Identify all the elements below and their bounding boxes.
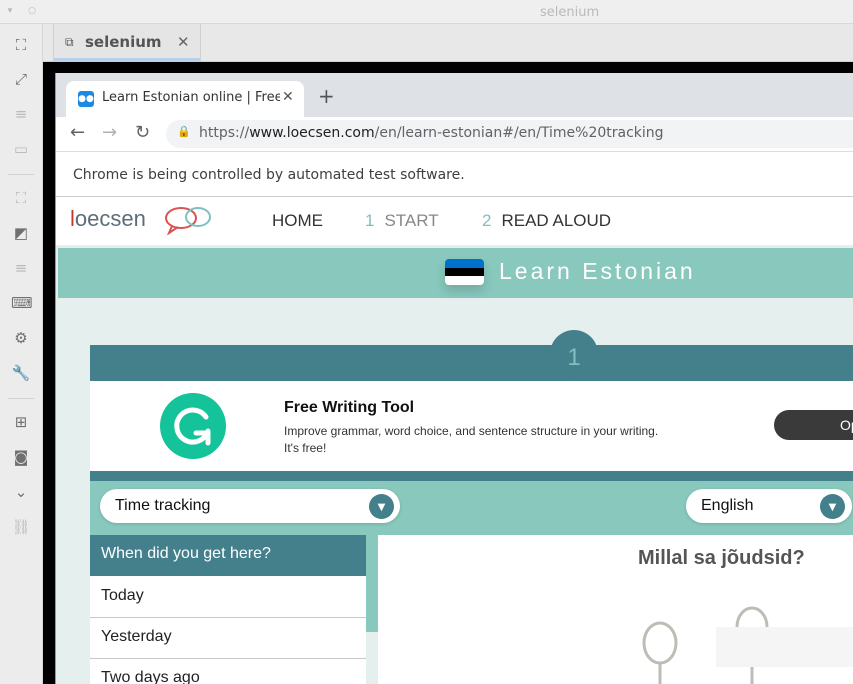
select-icon[interactable]: ⛶ <box>11 35 31 55</box>
new-tab-icon[interactable]: + <box>318 84 335 108</box>
nav-home[interactable]: HOME <box>272 211 323 231</box>
session-tab-label: selenium <box>85 33 162 51</box>
nav-start[interactable]: 1 START <box>365 211 439 231</box>
resize-icon[interactable]: ◩ <box>11 223 31 243</box>
topic-select-value: Time tracking <box>115 497 211 514</box>
hero-banner: Learn Estonian <box>58 248 853 298</box>
grammarly-logo-icon <box>160 393 226 459</box>
language-select[interactable]: English ▼ <box>686 489 852 523</box>
language-select-value: English <box>701 497 754 514</box>
session-window-icon: ⧉ <box>65 35 74 49</box>
nav-read-aloud-label: READ ALOUD <box>501 211 612 230</box>
speech-bubbles-icon <box>165 207 211 235</box>
site-favicon-icon: ●● <box>78 91 94 107</box>
lesson-controls-bar: Time tracking ▼ English ▼ <box>90 481 853 535</box>
list-icon[interactable]: ≡ <box>11 258 31 278</box>
site-logo[interactable]: loecsen <box>70 206 146 232</box>
fullscreen-icon[interactable]: ⤢ <box>11 69 31 89</box>
phrase-list-item[interactable]: Yesterday <box>90 618 366 659</box>
forward-icon[interactable]: → <box>102 122 117 143</box>
add-window-icon[interactable]: ⊞ <box>11 412 31 432</box>
phrase-list-scrollbar[interactable] <box>366 535 378 632</box>
keyboard-icon[interactable]: ⌨ <box>11 293 33 313</box>
toolbar-sidebar: ⛶ ⤢ ≡ ▭ ⛶ ◩ ≡ ⌨ ⚙ 🔧 ⊞ ◙ ⌄ ⛓ <box>0 24 43 684</box>
infobar-text: Chrome is being controlled by automated … <box>73 167 465 183</box>
camera-icon[interactable]: ◙ <box>11 447 31 467</box>
ad-banner[interactable]: Free Writing Tool Improve grammar, word … <box>90 381 853 471</box>
phrase-list-item[interactable]: Today <box>90 577 366 618</box>
address-bar[interactable]: 🔒 https://www.loecsen.com/en/learn-eston… <box>166 120 853 148</box>
browser-tabbar: ●● Learn Estonian online | Free ✕ + <box>56 73 853 117</box>
sidebar-divider <box>8 398 34 399</box>
menu-icon[interactable]: ≡ <box>11 104 31 124</box>
session-tab[interactable]: ⧉ selenium ✕ <box>53 24 201 61</box>
phrase-list: When did you get here? Today Yesterday T… <box>90 535 366 684</box>
chevron-down-icon: ▼ <box>820 494 845 519</box>
web-page: loecsen HOME 1 START 2 READ ALOUD Learn Es… <box>56 197 853 684</box>
chevron-down-icon: ▼ <box>369 494 394 519</box>
illustration-balloons <box>642 606 853 684</box>
phrase-card: Millal sa jõudsid? <box>378 535 853 684</box>
phrase-translation: Millal sa jõudsid? <box>638 547 805 569</box>
estonia-flag-icon <box>445 259 484 285</box>
select-dim-icon[interactable]: ⛶ <box>11 188 31 208</box>
browser-tab-title: Learn Estonian online | Free <box>102 90 280 105</box>
automation-infobar: Chrome is being controlled by automated … <box>56 151 853 197</box>
browser-tab[interactable]: ●● Learn Estonian online | Free ✕ <box>66 81 304 117</box>
back-icon[interactable]: ← <box>70 122 85 143</box>
settings-icon[interactable]: ⚙ <box>11 328 31 348</box>
window-title: selenium <box>540 5 600 20</box>
topic-select[interactable]: Time tracking ▼ <box>100 489 400 523</box>
lesson-panel-divider <box>90 471 853 481</box>
logo-text: oecsen <box>74 206 146 231</box>
tab-close-icon[interactable]: ✕ <box>282 89 294 105</box>
lesson-panel-header <box>90 345 853 381</box>
phrase-list-item[interactable]: Two days ago <box>90 659 366 684</box>
link-icon[interactable]: ⛓ <box>11 517 31 537</box>
reload-icon[interactable]: ↻ <box>135 122 150 143</box>
wrench-icon[interactable]: 🔧 <box>11 363 31 383</box>
nav-read-aloud[interactable]: 2 READ ALOUD <box>482 211 611 231</box>
site-header: loecsen HOME 1 START 2 READ ALOUD <box>56 197 853 245</box>
nav-read-aloud-number: 2 <box>482 211 492 230</box>
sidebar-divider <box>8 174 34 175</box>
lock-icon: 🔒 <box>177 125 191 138</box>
phrase-list-item-active[interactable]: When did you get here? <box>90 535 366 576</box>
hero-title: Learn Estonian <box>499 258 696 284</box>
ad-text: Improve grammar, word choice, and senten… <box>284 424 659 455</box>
address-url: https://www.loecsen.com/en/learn-estonia… <box>199 125 664 141</box>
nav-start-number: 1 <box>365 211 375 230</box>
ad-open-button[interactable]: Op <box>774 410 853 440</box>
window-titlebar: ▾ ○ selenium <box>0 0 853 24</box>
browser-toolbar: ← → ↻ 🔒 https://www.loecsen.com/en/learn… <box>56 117 853 151</box>
close-icon[interactable]: ✕ <box>177 33 190 51</box>
window-icon[interactable]: ▭ <box>11 139 31 159</box>
nav-home-label: HOME <box>272 211 323 230</box>
browser-window: ●● Learn Estonian online | Free ✕ + ← → … <box>55 73 853 684</box>
step-badge: 1 <box>550 330 598 378</box>
chevron-down-icon[interactable]: ⌄ <box>11 482 31 502</box>
nav-start-label: START <box>384 211 439 230</box>
ad-title: Free Writing Tool <box>284 399 415 416</box>
